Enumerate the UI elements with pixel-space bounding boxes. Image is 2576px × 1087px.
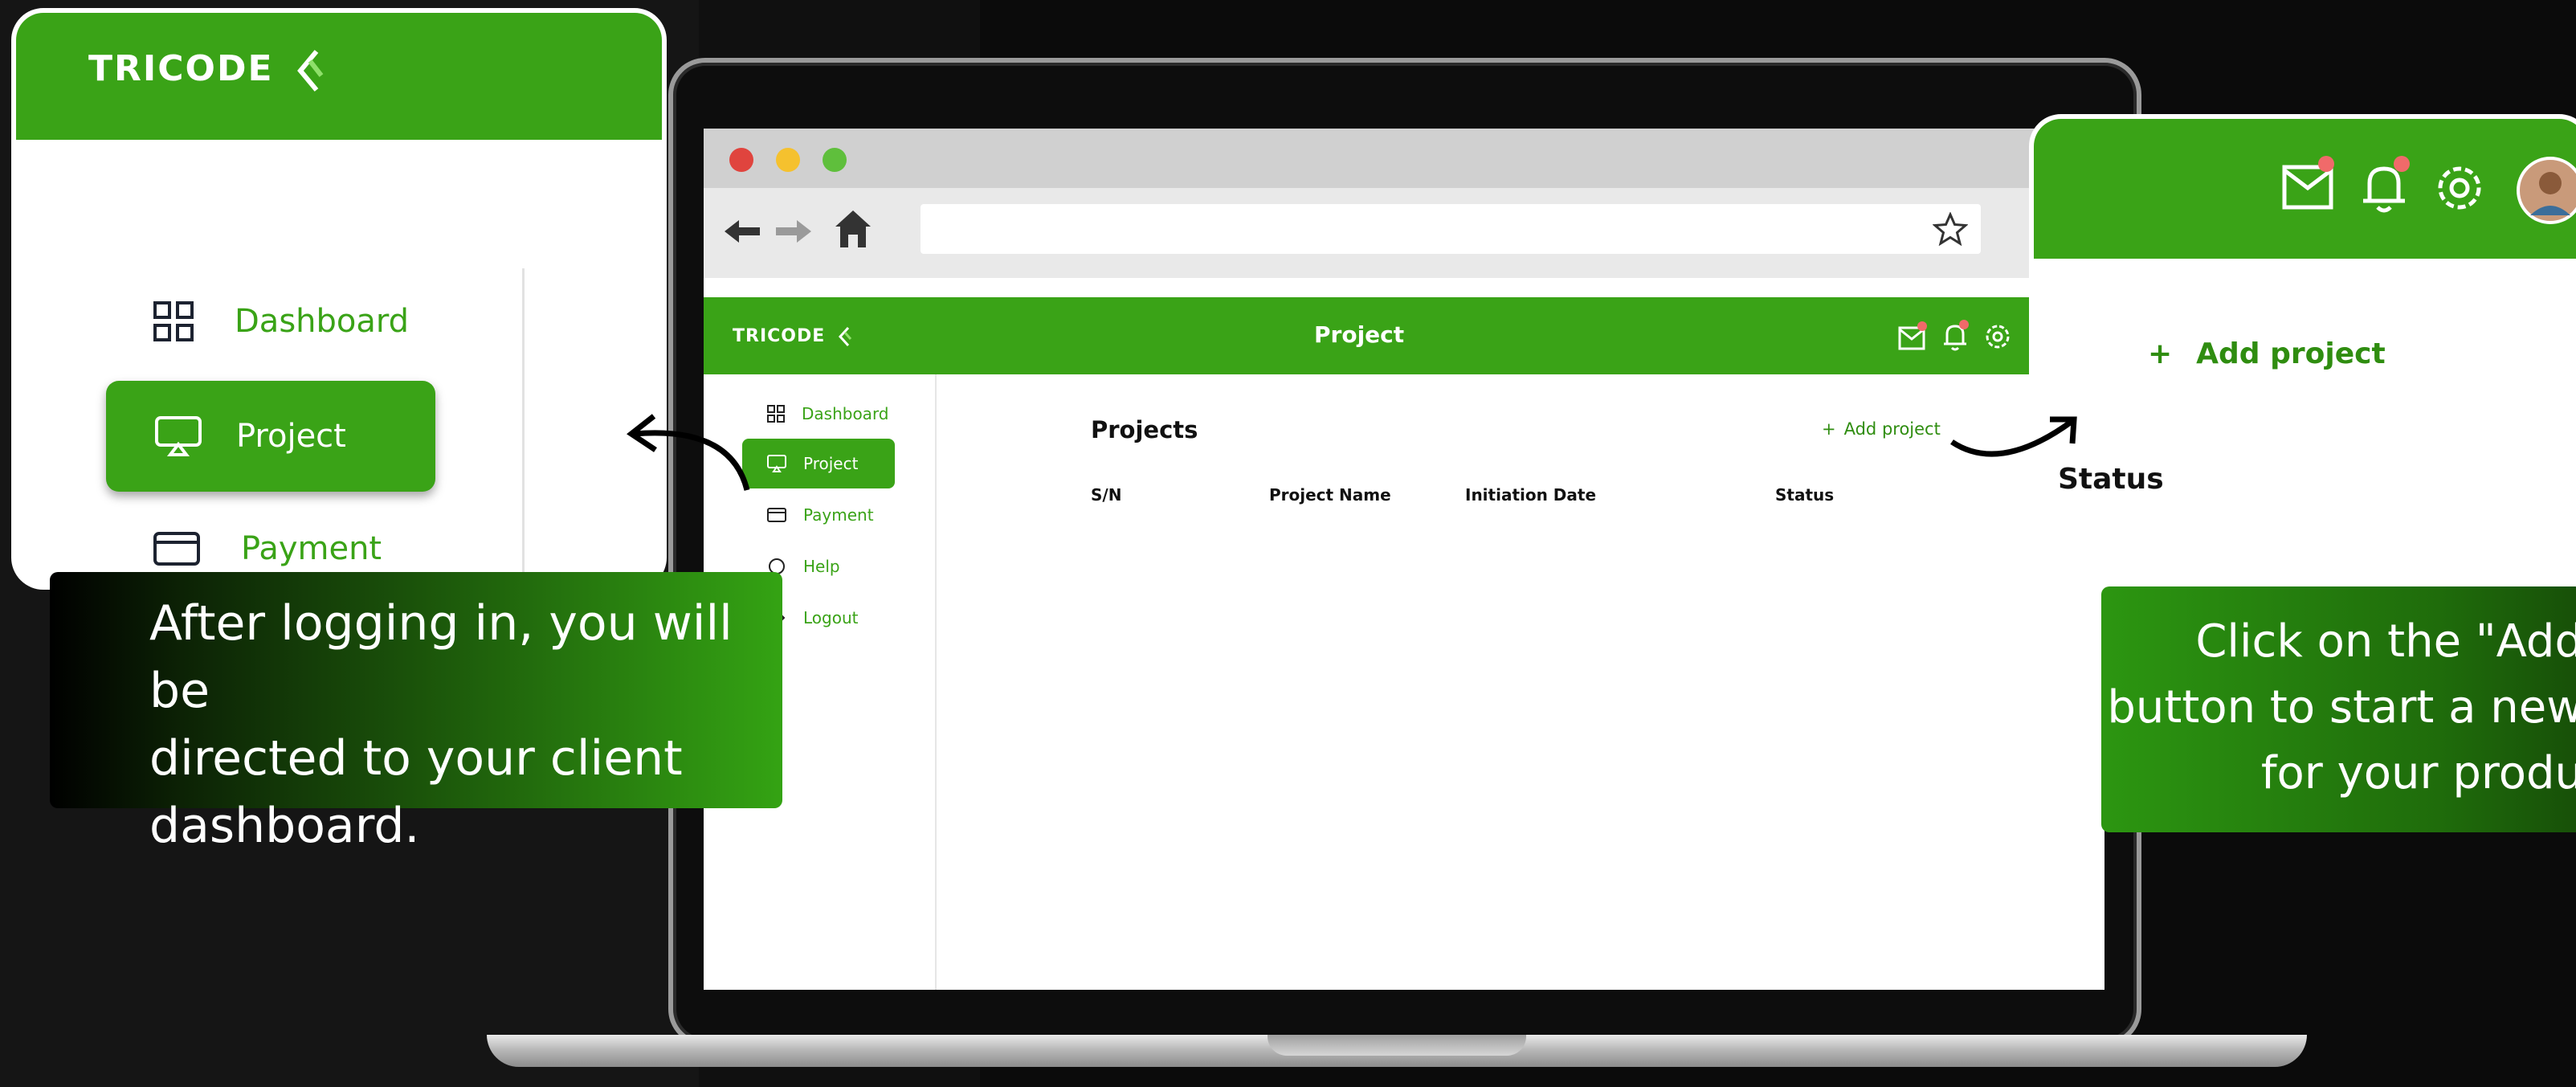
- column-header-status[interactable]: Status: [1775, 485, 1834, 505]
- add-project-label: Add project: [1843, 419, 1941, 439]
- browser-titlebar: [704, 129, 2104, 188]
- add-project-button[interactable]: + Add project: [2148, 337, 2386, 370]
- bell-icon[interactable]: [2355, 156, 2416, 214]
- grid-icon: [153, 300, 194, 342]
- sidebar-item-label: Dashboard: [802, 404, 889, 423]
- forward-arrow-icon[interactable]: [774, 217, 813, 246]
- zoom-item-label: Payment: [241, 530, 382, 567]
- sidebar-item-project[interactable]: Project: [742, 439, 895, 488]
- sidebar-divider: [522, 268, 525, 585]
- bookmark-star-icon[interactable]: [1933, 212, 1968, 246]
- app-logo[interactable]: TRICODE: [733, 326, 853, 347]
- minimize-dot[interactable]: [776, 148, 800, 172]
- project-monitor-icon: [154, 415, 202, 457]
- column-header-sn[interactable]: S/N: [1091, 485, 1121, 505]
- card-icon: [766, 507, 787, 523]
- column-header-initiation-date[interactable]: Initiation Date: [1465, 485, 1596, 505]
- pointer-arrow-left: [627, 414, 750, 491]
- address-bar[interactable]: [921, 204, 1981, 254]
- sidebar-item-label: Project: [803, 454, 859, 473]
- grid-icon: [766, 404, 786, 423]
- content-title: Projects: [1091, 416, 1198, 443]
- mail-icon[interactable]: [1897, 321, 1928, 352]
- add-project-button[interactable]: + Add project: [1822, 419, 1941, 439]
- zoom-item-dashboard[interactable]: Dashboard: [153, 300, 409, 342]
- sidebar-item-label: Logout: [803, 608, 859, 627]
- app-header: TRICODE Project: [704, 297, 2104, 374]
- zoom-item-project[interactable]: Project: [106, 381, 435, 492]
- caption-right: Click on the "Add button to start a new …: [2101, 586, 2576, 832]
- caption-line: Click on the "Add: [2195, 615, 2576, 668]
- home-icon[interactable]: [834, 209, 872, 249]
- sidebar-item-payment[interactable]: Payment: [742, 490, 895, 540]
- column-header-project-name[interactable]: Project Name: [1269, 485, 1391, 505]
- app-logo: TRICODE: [88, 48, 326, 93]
- sidebar-item-dashboard[interactable]: Dashboard: [742, 389, 895, 439]
- add-project-label: Add project: [2196, 337, 2386, 370]
- gear-icon[interactable]: [2432, 161, 2487, 215]
- bell-icon[interactable]: [1939, 320, 1971, 352]
- zoom-header: TRICODE: [16, 13, 662, 140]
- sidebar-item-label: Payment: [803, 505, 874, 525]
- plus-icon: +: [2148, 337, 2173, 370]
- zoom-callout-left: TRICODE Dashboard Project Payment: [11, 8, 667, 590]
- project-monitor-icon: [766, 454, 787, 473]
- pointer-arrow-right: [1950, 416, 2077, 457]
- page-title: Project: [1314, 321, 1405, 348]
- caption-left: After logging in, you will be directed t…: [50, 572, 782, 854]
- caption-line: directed to your client: [149, 730, 683, 787]
- caption-line: button to start a new: [2107, 681, 2576, 734]
- back-arrow-icon[interactable]: [723, 217, 761, 246]
- sidebar-item-label: Help: [803, 557, 840, 576]
- caption-line: for your produ: [2260, 747, 2576, 799]
- avatar[interactable]: [2516, 156, 2576, 225]
- zoom-item-label: Dashboard: [235, 303, 410, 340]
- card-icon: [153, 531, 201, 566]
- caption-line: After logging in, you will be: [149, 595, 733, 719]
- maximize-dot[interactable]: [823, 148, 847, 172]
- zoom-item-payment[interactable]: Payment: [153, 530, 382, 567]
- browser-toolbar: [704, 188, 2104, 278]
- zoom-callout-right: + Add project Status: [2029, 114, 2576, 612]
- browser-window: TRICODE Project Dashboard Project Paymen…: [704, 129, 2104, 990]
- laptop-notch: [1268, 1035, 1526, 1056]
- mail-icon[interactable]: [2281, 156, 2339, 212]
- plus-icon: +: [1822, 419, 1836, 439]
- gear-icon[interactable]: [1982, 321, 2013, 352]
- close-dot[interactable]: [729, 148, 753, 172]
- zoom-header: [2034, 119, 2576, 259]
- caption-line: dashboard.: [149, 798, 420, 854]
- zoom-item-label: Project: [236, 418, 346, 455]
